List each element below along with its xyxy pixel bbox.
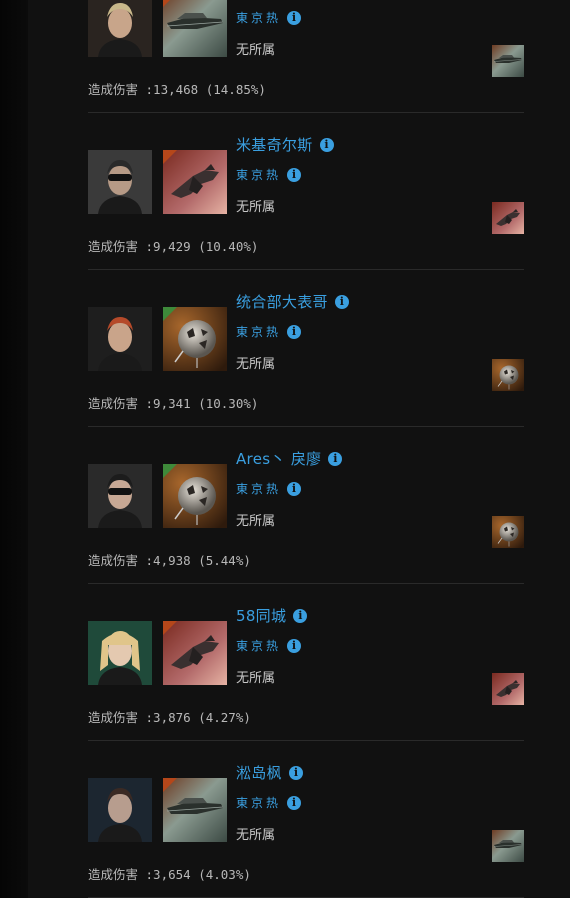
ship-icon[interactable] xyxy=(163,464,227,528)
info-icon[interactable]: i xyxy=(293,608,308,623)
character-name-link[interactable]: 58同城 xyxy=(236,605,286,626)
attacker-entry: Ares丶 戾廖 i 東京热 i 无所属造成伤害 :4,938 (5.44%) xyxy=(88,427,524,584)
ship-icon[interactable] xyxy=(163,0,227,57)
corporation-link[interactable]: 東京热 xyxy=(236,480,281,497)
alliance-label: 无所属 xyxy=(236,357,276,372)
character-portrait[interactable] xyxy=(88,621,152,685)
info-icon[interactable]: i xyxy=(287,324,302,339)
alliance-label: 无所属 xyxy=(236,43,276,58)
damage-dealt: 造成伤害 :3,654 (4.03%) xyxy=(88,867,251,882)
damage-dealt: 造成伤害 :9,429 (10.40%) xyxy=(88,239,259,254)
character-name-link[interactable]: 统合部大表哥 xyxy=(236,291,328,312)
attacker-entry: 统合部大表哥 i 東京热 i 无所属造成伤害 :9,341 (10.30%) xyxy=(88,270,524,427)
weapon-icon[interactable] xyxy=(492,830,524,862)
alliance-label: 无所属 xyxy=(236,514,276,529)
weapon-icon[interactable] xyxy=(492,45,524,77)
character-portrait[interactable] xyxy=(88,150,152,214)
info-icon[interactable]: i xyxy=(287,795,302,810)
character-portrait[interactable] xyxy=(88,307,152,371)
corporation-link[interactable]: 東京热 xyxy=(236,794,281,811)
attacker-entry: 東京热 i 无所属造成伤害 :13,468 (14.85%) xyxy=(88,0,524,113)
info-icon[interactable]: i xyxy=(319,137,334,152)
info-icon[interactable]: i xyxy=(287,638,302,653)
tech-level-badge xyxy=(163,0,177,7)
character-portrait[interactable] xyxy=(88,464,152,528)
tech-level-badge xyxy=(163,621,177,635)
info-icon[interactable]: i xyxy=(288,765,303,780)
info-icon[interactable]: i xyxy=(287,10,302,25)
left-sidebar-edge xyxy=(0,0,28,898)
corporation-link[interactable]: 東京热 xyxy=(236,166,281,183)
weapon-icon[interactable] xyxy=(492,202,524,234)
tech-level-badge xyxy=(163,464,177,478)
tech-level-badge xyxy=(163,778,177,792)
attacker-entry: 淞岛枫 i 東京热 i 无所属造成伤害 :3,654 (4.03%) xyxy=(88,741,524,898)
character-portrait[interactable] xyxy=(88,0,152,57)
alliance-label: 无所属 xyxy=(236,828,276,843)
ship-icon[interactable] xyxy=(163,150,227,214)
weapon-icon[interactable] xyxy=(492,359,524,391)
ship-icon[interactable] xyxy=(163,778,227,842)
info-icon[interactable]: i xyxy=(287,481,302,496)
weapon-icon[interactable] xyxy=(492,516,524,548)
damage-dealt: 造成伤害 :13,468 (14.85%) xyxy=(88,82,266,97)
corporation-link[interactable]: 東京热 xyxy=(236,9,281,26)
attacker-entry: 米基奇尔斯 i 東京热 i 无所属造成伤害 :9,429 (10.40%) xyxy=(88,113,524,270)
ship-icon[interactable] xyxy=(163,307,227,371)
character-name-link[interactable]: Ares丶 戾廖 xyxy=(236,448,321,469)
tech-level-badge xyxy=(163,150,177,164)
attacker-entry: 58同城 i 東京热 i 无所属 造成伤害 :3,876 (4.27%) xyxy=(88,584,524,741)
ship-icon[interactable] xyxy=(163,621,227,685)
damage-dealt: 造成伤害 :3,876 (4.27%) xyxy=(88,710,251,725)
character-name-link[interactable]: 米基奇尔斯 xyxy=(236,134,313,155)
character-name-link[interactable]: 淞岛枫 xyxy=(236,762,282,783)
info-icon[interactable]: i xyxy=(287,167,302,182)
weapon-icon[interactable] xyxy=(492,673,524,705)
damage-dealt: 造成伤害 :4,938 (5.44%) xyxy=(88,553,251,568)
info-icon[interactable]: i xyxy=(334,294,349,309)
damage-dealt: 造成伤害 :9,341 (10.30%) xyxy=(88,396,259,411)
character-portrait[interactable] xyxy=(88,778,152,842)
alliance-label: 无所属 xyxy=(236,200,276,215)
tech-level-badge xyxy=(163,307,177,321)
info-icon[interactable]: i xyxy=(328,451,343,466)
alliance-label: 无所属 xyxy=(236,671,276,686)
corporation-link[interactable]: 東京热 xyxy=(236,323,281,340)
corporation-link[interactable]: 東京热 xyxy=(236,637,281,654)
